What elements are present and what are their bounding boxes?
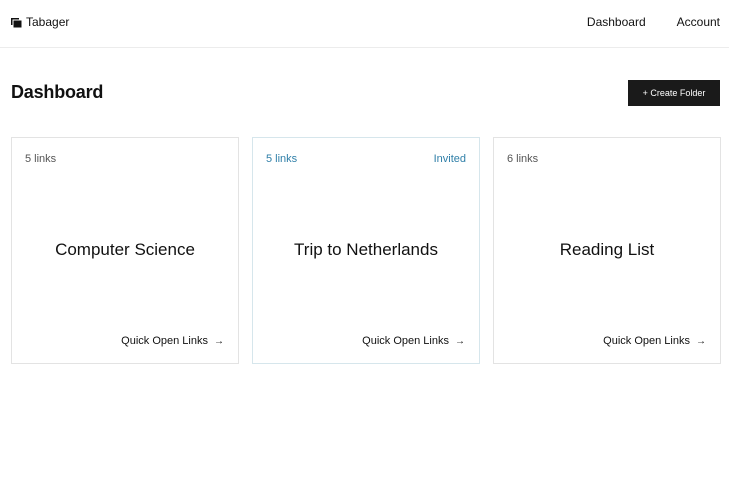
arrow-right-icon: → [696,335,706,347]
nav-links: Dashboard Account [556,15,720,29]
nav-dashboard-link[interactable]: Dashboard [587,15,646,29]
arrow-right-icon: → [455,335,465,347]
folder-grid: 5 links Computer Science Quick Open Link… [11,137,721,364]
link-count: 5 links [25,153,57,165]
folder-title: Reading List [559,240,655,259]
top-navbar: Tabager Dashboard Account [0,0,729,48]
quick-open-label: Quick Open Links [362,335,449,347]
folder-title: Computer Science [55,240,195,259]
arrow-right-icon: → [214,335,224,347]
folder-card-reading-list[interactable]: 6 links Reading List Quick Open Links → [493,137,721,364]
page-title: Dashboard [11,82,104,102]
quick-open-links-button[interactable]: Quick Open Links → [121,335,224,347]
quick-open-label: Quick Open Links [121,335,208,347]
folder-title: Trip to Netherlands [294,240,438,259]
folder-card-trip-to-netherlands[interactable]: 5 links Invited Trip to Netherlands Quic… [252,137,480,364]
nav-account-link[interactable]: Account [677,15,720,29]
link-count: 6 links [507,153,539,165]
folders-icon [11,17,23,29]
quick-open-links-button[interactable]: Quick Open Links → [362,335,465,347]
create-folder-button[interactable]: + Create Folder [628,80,720,106]
invited-badge: Invited [433,153,466,165]
quick-open-links-button[interactable]: Quick Open Links → [603,335,706,347]
brand-logo[interactable]: Tabager [11,15,69,29]
folder-card-computer-science[interactable]: 5 links Computer Science Quick Open Link… [11,137,239,364]
quick-open-label: Quick Open Links [603,335,690,347]
link-count: 5 links [266,153,298,165]
brand-name: Tabager [26,15,70,29]
